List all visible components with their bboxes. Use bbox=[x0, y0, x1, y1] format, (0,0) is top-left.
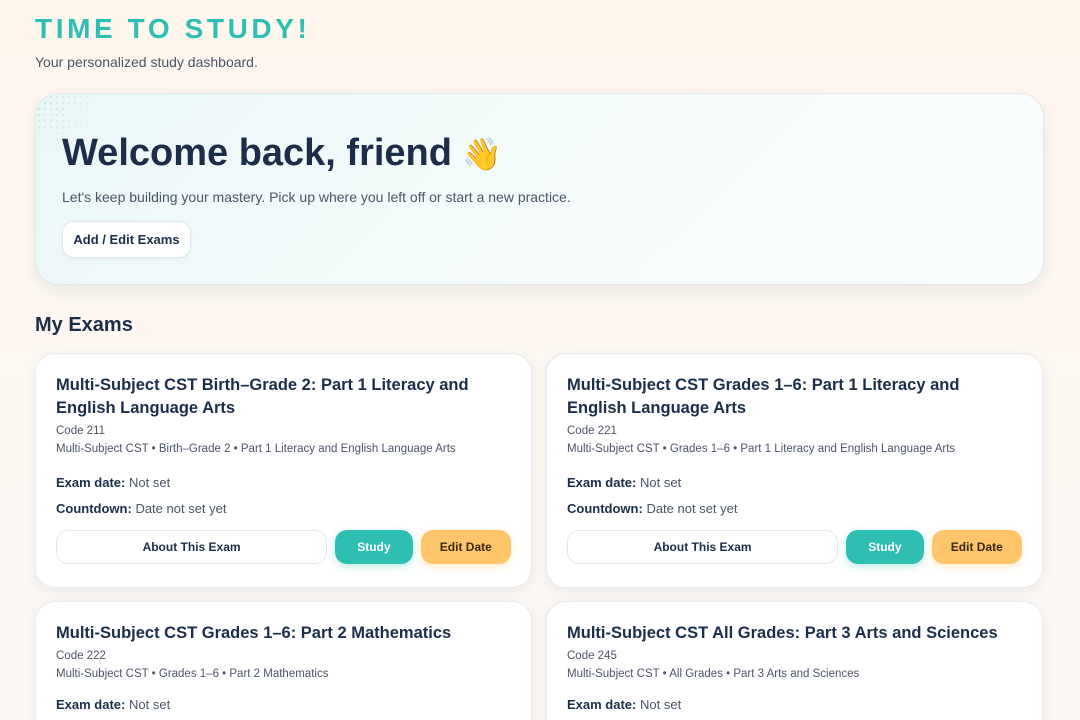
exam-actions: About This Exam Study Edit Date bbox=[567, 530, 1022, 564]
countdown-value: Date not set yet bbox=[135, 501, 227, 516]
about-exam-button[interactable]: About This Exam bbox=[567, 530, 839, 564]
my-exams-heading: My Exams bbox=[35, 314, 133, 336]
exam-code: Code 211 bbox=[56, 425, 106, 437]
exam-date-label: Exam date: bbox=[567, 697, 637, 712]
exam-card: Multi-Subject CST Grades 1–6: Part 2 Mat… bbox=[35, 601, 532, 720]
waving-hand-icon: 👋 bbox=[461, 135, 502, 172]
countdown-row: Countdown: Date not set yet bbox=[56, 501, 511, 516]
welcome-heading-text: Welcome back, friend bbox=[62, 132, 452, 174]
exam-title: Multi-Subject CST Birth–Grade 2: Part 1 … bbox=[56, 376, 469, 417]
exam-actions: About This Exam Study Edit Date bbox=[56, 530, 511, 564]
countdown-row: Countdown: Date not set yet bbox=[567, 501, 1022, 516]
countdown-value: Date not set yet bbox=[646, 501, 738, 516]
welcome-text: Let's keep building your mastery. Pick u… bbox=[62, 189, 571, 205]
exam-date-row: Exam date: Not set bbox=[56, 475, 511, 490]
exam-title: Multi-Subject CST Grades 1–6: Part 1 Lit… bbox=[567, 376, 960, 417]
exam-title: Multi-Subject CST Grades 1–6: Part 2 Mat… bbox=[56, 624, 452, 642]
app-subtitle: Your personalized study dashboard. bbox=[35, 54, 258, 70]
welcome-heading: Welcome back, friend 👋 bbox=[62, 132, 502, 175]
exam-meta: Multi-Subject CST • Birth–Grade 2 • Part… bbox=[56, 443, 456, 455]
exam-card: Multi-Subject CST Birth–Grade 2: Part 1 … bbox=[35, 353, 532, 588]
exam-date-label: Exam date: bbox=[56, 697, 126, 712]
exam-code: Code 245 bbox=[567, 650, 617, 662]
exam-meta: Multi-Subject CST • Grades 1–6 • Part 1 … bbox=[567, 443, 956, 455]
exam-title: Multi-Subject CST All Grades: Part 3 Art… bbox=[567, 624, 998, 642]
exam-date-row: Exam date: Not set bbox=[567, 475, 1022, 490]
exam-date-value: Not set bbox=[640, 697, 682, 712]
exam-code: Code 222 bbox=[56, 650, 106, 662]
study-button[interactable]: Study bbox=[335, 530, 413, 564]
about-exam-button[interactable]: About This Exam bbox=[56, 530, 328, 564]
exam-date-row: Exam date: Not set bbox=[56, 697, 511, 712]
exam-card: Multi-Subject CST Grades 1–6: Part 1 Lit… bbox=[546, 353, 1043, 588]
exam-meta: Multi-Subject CST • All Grades • Part 3 … bbox=[567, 668, 860, 680]
exam-date-value: Not set bbox=[129, 697, 171, 712]
study-button[interactable]: Study bbox=[846, 530, 924, 564]
app-title: TIME TO STUDY! bbox=[35, 13, 311, 44]
edit-date-button[interactable]: Edit Date bbox=[420, 530, 511, 564]
add-edit-exams-button[interactable]: Add / Edit Exams bbox=[62, 221, 191, 258]
countdown-label: Countdown: bbox=[567, 501, 643, 516]
exam-date-label: Exam date: bbox=[56, 475, 126, 490]
exam-date-label: Exam date: bbox=[567, 475, 637, 490]
welcome-hero: Welcome back, friend 👋 Let's keep buildi… bbox=[35, 93, 1044, 285]
exam-meta: Multi-Subject CST • Grades 1–6 • Part 2 … bbox=[56, 668, 329, 680]
exam-code: Code 221 bbox=[567, 425, 617, 437]
exam-date-value: Not set bbox=[129, 475, 171, 490]
exam-card: Multi-Subject CST All Grades: Part 3 Art… bbox=[546, 601, 1043, 720]
exam-date-value: Not set bbox=[640, 475, 682, 490]
edit-date-button[interactable]: Edit Date bbox=[931, 530, 1022, 564]
exam-date-row: Exam date: Not set bbox=[567, 697, 1022, 712]
countdown-label: Countdown: bbox=[56, 501, 132, 516]
